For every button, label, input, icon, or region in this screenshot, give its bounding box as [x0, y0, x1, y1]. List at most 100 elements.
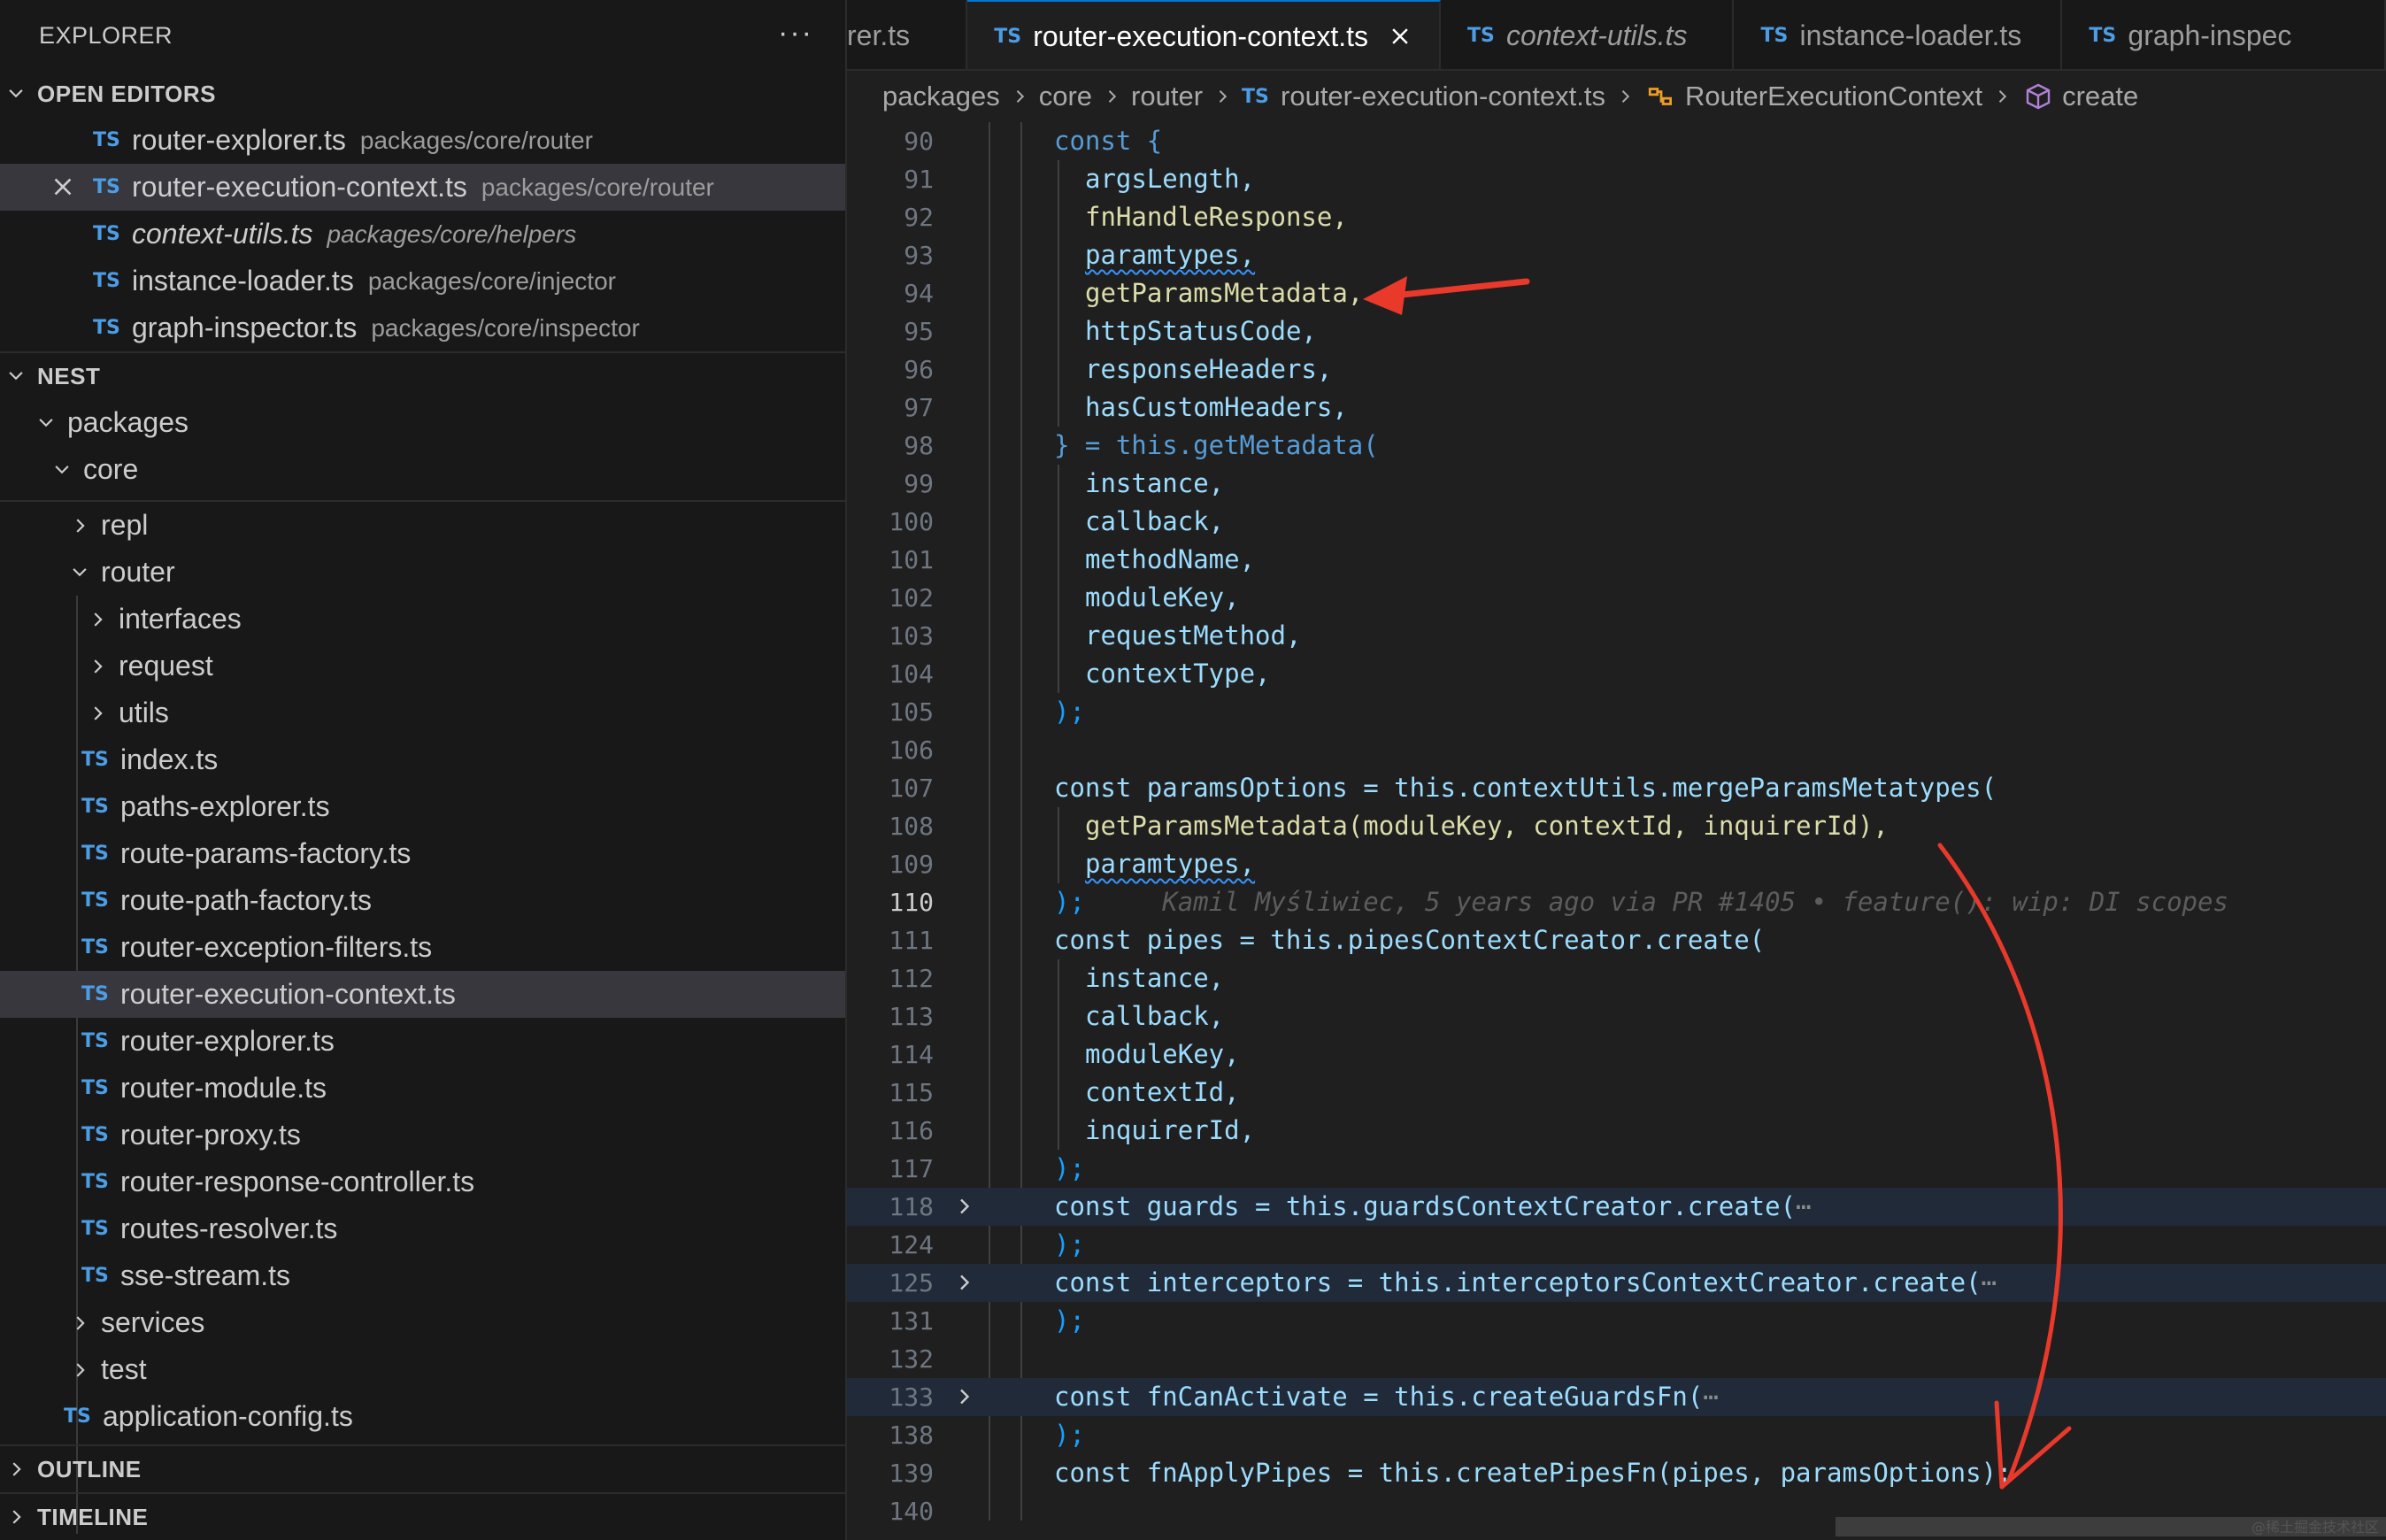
open-editor-item[interactable]: TS instance-loader.ts packages/core/inje… [0, 258, 845, 304]
close-icon[interactable] [50, 173, 76, 200]
code-line[interactable]: 95 httpStatusCode, [847, 312, 2386, 350]
code-line[interactable]: 97 hasCustomHeaders, [847, 389, 2386, 427]
breadcrumb-method[interactable]: create [2062, 81, 2138, 112]
breadcrumb-item[interactable]: core [1039, 81, 1092, 112]
line-number: 97 [904, 393, 934, 422]
code-line[interactable]: 106 [847, 731, 2386, 769]
folded-ellipsis[interactable]: ⋯ [1982, 1267, 1997, 1297]
code-content: paramtypes, [1085, 240, 1256, 270]
code-line[interactable]: 108 getParamsMetadata(moduleKey, contextI… [847, 807, 2386, 845]
tree-folder-utils[interactable]: utils [0, 689, 845, 736]
code-line[interactable]: 96 responseHeaders, [847, 350, 2386, 389]
code-line-folded[interactable]: 125 const interceptors = this.interceptor… [847, 1264, 2386, 1302]
tree-folder-test[interactable]: test [0, 1346, 845, 1393]
code-line[interactable]: 124); [847, 1226, 2386, 1264]
code-line[interactable]: 103 requestMethod, [847, 617, 2386, 655]
code-line[interactable]: 107 const paramsOptions = this.contextUti… [847, 769, 2386, 807]
code-text: ); [1054, 1302, 1085, 1340]
tree-folder-core[interactable]: core [0, 446, 845, 493]
code-line[interactable]: 109 paramtypes, [847, 845, 2386, 883]
tab-router-execution-context[interactable]: TS router-execution-context.ts [967, 0, 1442, 69]
tree-file[interactable]: TS sse-stream.ts [0, 1252, 845, 1299]
code-line[interactable]: 91 argsLength, [847, 160, 2386, 198]
tree-folder-interfaces[interactable]: interfaces [0, 596, 845, 643]
open-editor-item[interactable]: TS router-explorer.ts packages/core/rout… [0, 117, 845, 164]
tab-context-utils[interactable]: TS context-utils.ts [1441, 0, 1735, 69]
code-line-current[interactable]: 110); Kamil Myśliwiec, 5 years ago via P… [847, 883, 2386, 921]
code-line[interactable]: 139 const fnApplyPipes = this.createPipes… [847, 1454, 2386, 1492]
tree-file[interactable]: TS route-path-factory.ts [0, 877, 845, 924]
code-line-folded[interactable]: 118 const guards = this.guardsContextCrea… [847, 1188, 2386, 1226]
tree-folder-request[interactable]: request [0, 643, 845, 689]
tree-file[interactable]: TS router-response-controller.ts [0, 1159, 845, 1205]
code-line[interactable]: 114 moduleKey, [847, 1036, 2386, 1074]
code-line-folded[interactable]: 133 const fnCanActivate = this.createGuar… [847, 1378, 2386, 1416]
code-line[interactable]: 98} = this.getMetadata( [847, 427, 2386, 465]
tree-folder-router[interactable]: router [0, 549, 845, 596]
open-editor-item[interactable]: TS graph-inspector.ts packages/core/insp… [0, 304, 845, 351]
tree-file[interactable]: TS router-explorer.ts [0, 1018, 845, 1065]
code-line[interactable]: 112 instance, [847, 959, 2386, 997]
code-line[interactable]: 92 fnHandleResponse, [847, 198, 2386, 236]
folder-name: request [119, 650, 213, 681]
tab-instance-loader[interactable]: TS instance-loader.ts [1734, 0, 2063, 69]
code-line[interactable]: 113 callback, [847, 997, 2386, 1036]
breadcrumb-item[interactable]: router [1131, 81, 1203, 112]
code-line[interactable]: 131); [847, 1302, 2386, 1340]
code-content: httpStatusCode, [1085, 316, 1317, 346]
code-line[interactable]: 115 contextId, [847, 1074, 2386, 1112]
open-editor-path: packages/core/router [359, 126, 593, 154]
tree-file[interactable]: TS router-proxy.ts [0, 1112, 845, 1159]
folded-ellipsis[interactable]: ⋯ [1703, 1382, 1718, 1412]
code-line[interactable]: 132 [847, 1340, 2386, 1378]
tree-file[interactable]: TS index.ts [0, 736, 845, 783]
folded-ellipsis[interactable]: ⋯ [1796, 1191, 1811, 1221]
open-editor-item[interactable]: TS context-utils.ts packages/core/helper… [0, 211, 845, 258]
tree-file[interactable]: TS route-params-factory.ts [0, 830, 845, 877]
typescript-file-icon: TS [81, 1171, 109, 1193]
code-line[interactable]: 101 methodName, [847, 541, 2386, 579]
code-line[interactable]: 116 inquirerId, [847, 1112, 2386, 1150]
fold-chevron-icon[interactable] [953, 1272, 974, 1293]
code-line[interactable]: 99 instance, [847, 465, 2386, 503]
code-line[interactable]: 93 paramtypes, [847, 236, 2386, 274]
code-editor[interactable]: 90 const { 91 argsLength, 92 fnHandleRespon… [847, 122, 2386, 1540]
code-line[interactable]: 104 contextType, [847, 655, 2386, 693]
tree-file[interactable]: TS router-exception-filters.ts [0, 924, 845, 971]
tree-folder-repl[interactable]: repl [0, 502, 845, 549]
typescript-file-icon: TS [81, 1124, 109, 1146]
code-line[interactable]: 94 getParamsMetadata, [847, 274, 2386, 312]
tree-file[interactable]: TS routes-resolver.ts [0, 1205, 845, 1252]
code-text: instance, [1054, 465, 1224, 503]
open-editor-item-active[interactable]: TS router-execution-context.ts packages/… [0, 164, 845, 211]
code-line[interactable]: 111 const pipes = this.pipesContextCreato… [847, 921, 2386, 959]
close-icon[interactable] [1388, 24, 1412, 49]
fold-chevron-icon[interactable] [953, 1386, 974, 1407]
tree-file-active[interactable]: TS router-execution-context.ts [0, 971, 845, 1018]
chevron-right-icon [1103, 88, 1120, 105]
more-actions-icon[interactable]: ··· [778, 16, 813, 50]
open-editors-section-header[interactable]: OPEN EDITORS [0, 71, 845, 117]
project-section-header[interactable]: NEST [0, 351, 845, 399]
tree-folder-services[interactable]: services [0, 1299, 845, 1346]
tab-router-explorer[interactable]: rer.ts [847, 0, 968, 69]
breadcrumb-class[interactable]: RouterExecutionContext [1685, 81, 1982, 112]
breadcrumb-item[interactable]: packages [882, 81, 1000, 112]
timeline-section-header[interactable]: TIMELINE [0, 1492, 845, 1540]
tree-file[interactable]: TS router-module.ts [0, 1065, 845, 1112]
fold-chevron-icon[interactable] [953, 1196, 974, 1217]
code-line[interactable]: 117); [847, 1150, 2386, 1188]
code-line[interactable]: 105); [847, 693, 2386, 731]
tree-folder-packages[interactable]: packages [0, 399, 845, 446]
code-line[interactable]: 100 callback, [847, 503, 2386, 541]
breadcrumb-file[interactable]: router-execution-context.ts [1281, 81, 1605, 112]
code-line[interactable]: 102 moduleKey, [847, 579, 2386, 617]
outline-section-header[interactable]: OUTLINE [0, 1444, 845, 1492]
tree-file[interactable]: TS paths-explorer.ts [0, 783, 845, 830]
tab-graph-inspector[interactable]: TS graph-inspec [2062, 0, 2386, 69]
code-content: callback, [1085, 506, 1225, 536]
code-line[interactable]: 90 const { [847, 122, 2386, 160]
code-line[interactable]: 138); [847, 1416, 2386, 1454]
tree-file[interactable]: TS application-config.ts [0, 1393, 845, 1440]
class-symbol-icon [1644, 80, 1678, 113]
